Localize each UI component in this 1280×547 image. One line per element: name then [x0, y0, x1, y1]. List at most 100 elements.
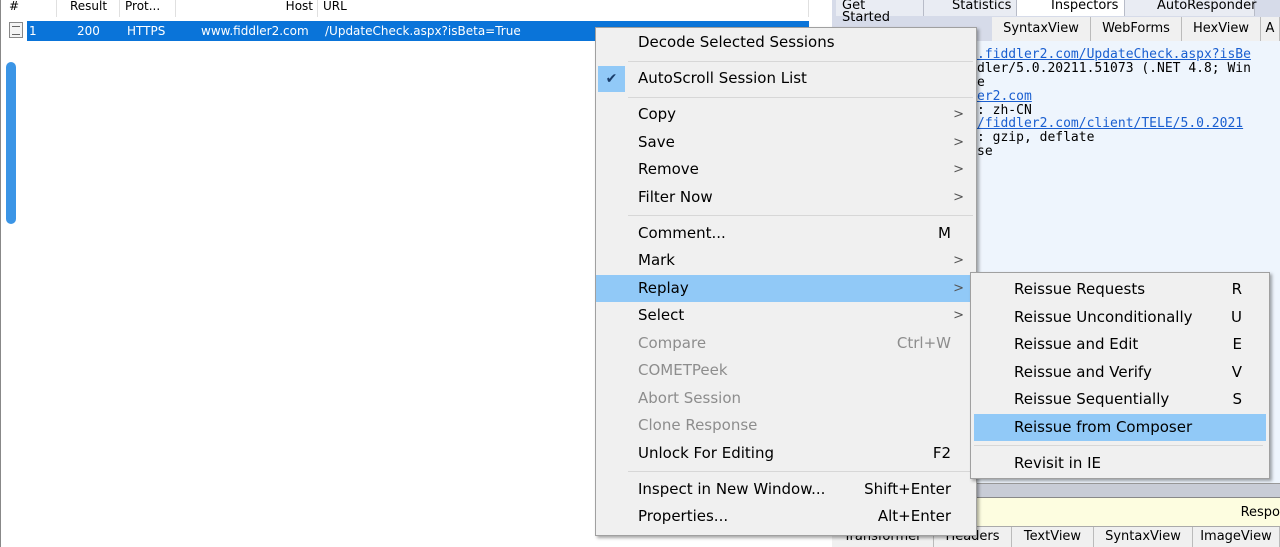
chevron-right-icon: > — [953, 162, 964, 177]
tab-statistics[interactable]: Statistics — [924, 0, 1017, 16]
submenu-item-reissue-requests[interactable]: Reissue Requests R — [974, 276, 1266, 304]
menu-label: AutoScroll Session List — [638, 69, 807, 87]
chevron-right-icon: > — [953, 107, 964, 122]
menu-label: Properties... — [638, 507, 729, 525]
column-header-number[interactable]: # — [5, 0, 57, 17]
menu-separator — [596, 93, 976, 102]
menu-item-decode[interactable]: Decode Selected Sessions — [596, 29, 976, 57]
menu-label: Select — [638, 306, 685, 324]
session-host: www.fiddler2.com — [201, 24, 309, 38]
menu-item-cometpeek[interactable]: COMETPeek — [596, 357, 976, 385]
menu-item-mark[interactable]: Mark > — [596, 247, 976, 275]
tab-textview[interactable]: TextView — [1012, 527, 1094, 547]
menu-separator — [596, 211, 976, 220]
menu-label: Reissue Unconditionally — [1014, 307, 1193, 326]
subtab-syntaxview[interactable]: SyntaxView — [992, 17, 1091, 41]
menu-item-properties[interactable]: Properties... Alt+Enter — [596, 503, 976, 531]
menu-label: Abort Session — [638, 388, 742, 407]
chevron-right-icon: > — [953, 134, 964, 150]
chevron-right-icon: > — [953, 308, 964, 323]
menu-shortcut: S — [1232, 390, 1242, 408]
menu-separator — [596, 57, 976, 66]
menu-label: Unlock For Editing — [638, 443, 774, 462]
menu-label: Replay — [638, 278, 689, 297]
tab-autoresponder[interactable]: AutoResponder — [1125, 0, 1257, 16]
menu-separator — [974, 441, 1266, 450]
menu-label: Decode Selected Sessions — [638, 33, 835, 51]
chevron-right-icon: > — [953, 189, 964, 205]
request-url-link[interactable]: .fiddler2.com/UpdateCheck.aspx?isBe — [977, 48, 1251, 62]
menu-item-replay[interactable]: Replay > — [596, 274, 976, 302]
menu-label: Compare — [638, 333, 707, 352]
subtab-more[interactable]: A — [1261, 17, 1280, 41]
menu-item-save[interactable]: Save > — [596, 129, 976, 157]
submenu-item-reissue-unconditionally[interactable]: Reissue Unconditionally U — [974, 304, 1266, 332]
vertical-scrollbar[interactable] — [6, 62, 16, 224]
menu-item-copy[interactable]: Copy > — [596, 101, 976, 129]
menu-label: COMETPeek — [638, 361, 728, 379]
subtab-hexview[interactable]: HexView — [1182, 17, 1261, 41]
column-header-protocol[interactable]: Prot... — [121, 0, 176, 17]
replay-submenu: Reissue Requests R Reissue Unconditionall… — [970, 272, 1270, 479]
menu-shortcut: U — [1231, 307, 1242, 326]
menu-item-inspect-new-window[interactable]: Inspect in New Window... Shift+Enter — [596, 476, 976, 504]
tab-inspectors-label: Inspectors — [1051, 0, 1119, 13]
menu-shortcut: V — [1231, 362, 1242, 381]
menu-item-select[interactable]: Select > — [596, 302, 976, 330]
session-document-icon — [9, 22, 23, 38]
tab-statistics-label: Statistics — [952, 0, 1012, 13]
menu-item-compare[interactable]: Compare Ctrl+W — [596, 330, 976, 358]
submenu-item-reissue-from-composer[interactable]: Reissue from Composer — [974, 413, 1266, 441]
menu-label: Reissue and Verify — [1014, 362, 1152, 381]
request-line: se — [977, 144, 993, 159]
menu-label: Reissue and Edit — [1014, 335, 1139, 353]
submenu-item-reissue-and-edit[interactable]: Reissue and Edit E — [974, 331, 1266, 359]
menu-shortcut: R — [1231, 280, 1242, 298]
menu-item-filter-now[interactable]: Filter Now > — [596, 184, 976, 212]
menu-shortcut: Ctrl+W — [896, 333, 951, 352]
request-host-link[interactable]: er2.com — [977, 90, 1032, 104]
submenu-item-reissue-sequentially[interactable]: Reissue Sequentially S — [974, 386, 1266, 414]
menu-shortcut: M — [938, 223, 951, 242]
menu-label: Inspect in New Window... — [638, 479, 826, 498]
menu-item-autoscroll[interactable]: ✔ AutoScroll Session List — [596, 65, 976, 93]
menu-label: Reissue from Composer — [1014, 417, 1193, 436]
menu-label: Clone Response — [638, 416, 758, 434]
request-line: : gzip, deflate — [977, 130, 1095, 145]
session-protocol: HTTPS — [127, 24, 166, 38]
checkmark-icon: ✔ — [598, 66, 625, 92]
column-header-result[interactable]: Result — [58, 0, 120, 17]
menu-item-unlock-for-editing[interactable]: Unlock For Editing F2 — [596, 440, 976, 468]
chevron-right-icon: > — [953, 253, 964, 268]
column-header-host[interactable]: Host — [176, 0, 318, 17]
menu-label: Comment... — [638, 223, 726, 242]
column-header-url[interactable]: URL — [319, 0, 809, 17]
tab-get-started[interactable]: Get Started — [836, 0, 924, 24]
menu-shortcut: Shift+Enter — [864, 479, 951, 498]
menu-label: Reissue Requests — [1014, 280, 1146, 298]
menu-separator — [596, 467, 976, 476]
menu-label: Filter Now — [638, 187, 713, 206]
menu-label: Remove — [638, 160, 699, 178]
request-referer-link[interactable]: /fiddler2.com/client/TELE/5.0.2021 — [977, 117, 1243, 131]
tab-autoresponder-label: AutoResponder — [1157, 0, 1257, 13]
submenu-item-revisit-in-ie[interactable]: Revisit in IE — [974, 450, 1266, 478]
session-url: /UpdateCheck.aspx?isBeta=True — [325, 24, 521, 38]
menu-item-remove[interactable]: Remove > — [596, 156, 976, 184]
submenu-item-reissue-and-verify[interactable]: Reissue and Verify V — [974, 359, 1266, 387]
subtab-webforms[interactable]: WebForms — [1091, 17, 1182, 41]
menu-shortcut: Alt+Enter — [877, 507, 951, 525]
tab-syntaxview[interactable]: SyntaxView — [1094, 527, 1193, 547]
menu-shortcut: F2 — [932, 443, 951, 462]
menu-item-comment[interactable]: Comment... M — [596, 220, 976, 248]
menu-label: Reissue Sequentially — [1014, 390, 1170, 408]
tab-imageview[interactable]: ImageView — [1193, 527, 1280, 547]
request-line: dler/5.0.20211.51073 (.NET 4.8; Win — [977, 61, 1251, 76]
menu-label: Revisit in IE — [1014, 453, 1101, 472]
session-number: 1 — [29, 24, 37, 38]
menu-item-clone-response[interactable]: Clone Response — [596, 412, 976, 440]
tab-inspectors[interactable]: Inspectors — [1017, 0, 1125, 16]
menu-label: Copy — [638, 105, 677, 123]
chevron-right-icon: > — [953, 280, 964, 296]
menu-item-abort-session[interactable]: Abort Session — [596, 385, 976, 413]
